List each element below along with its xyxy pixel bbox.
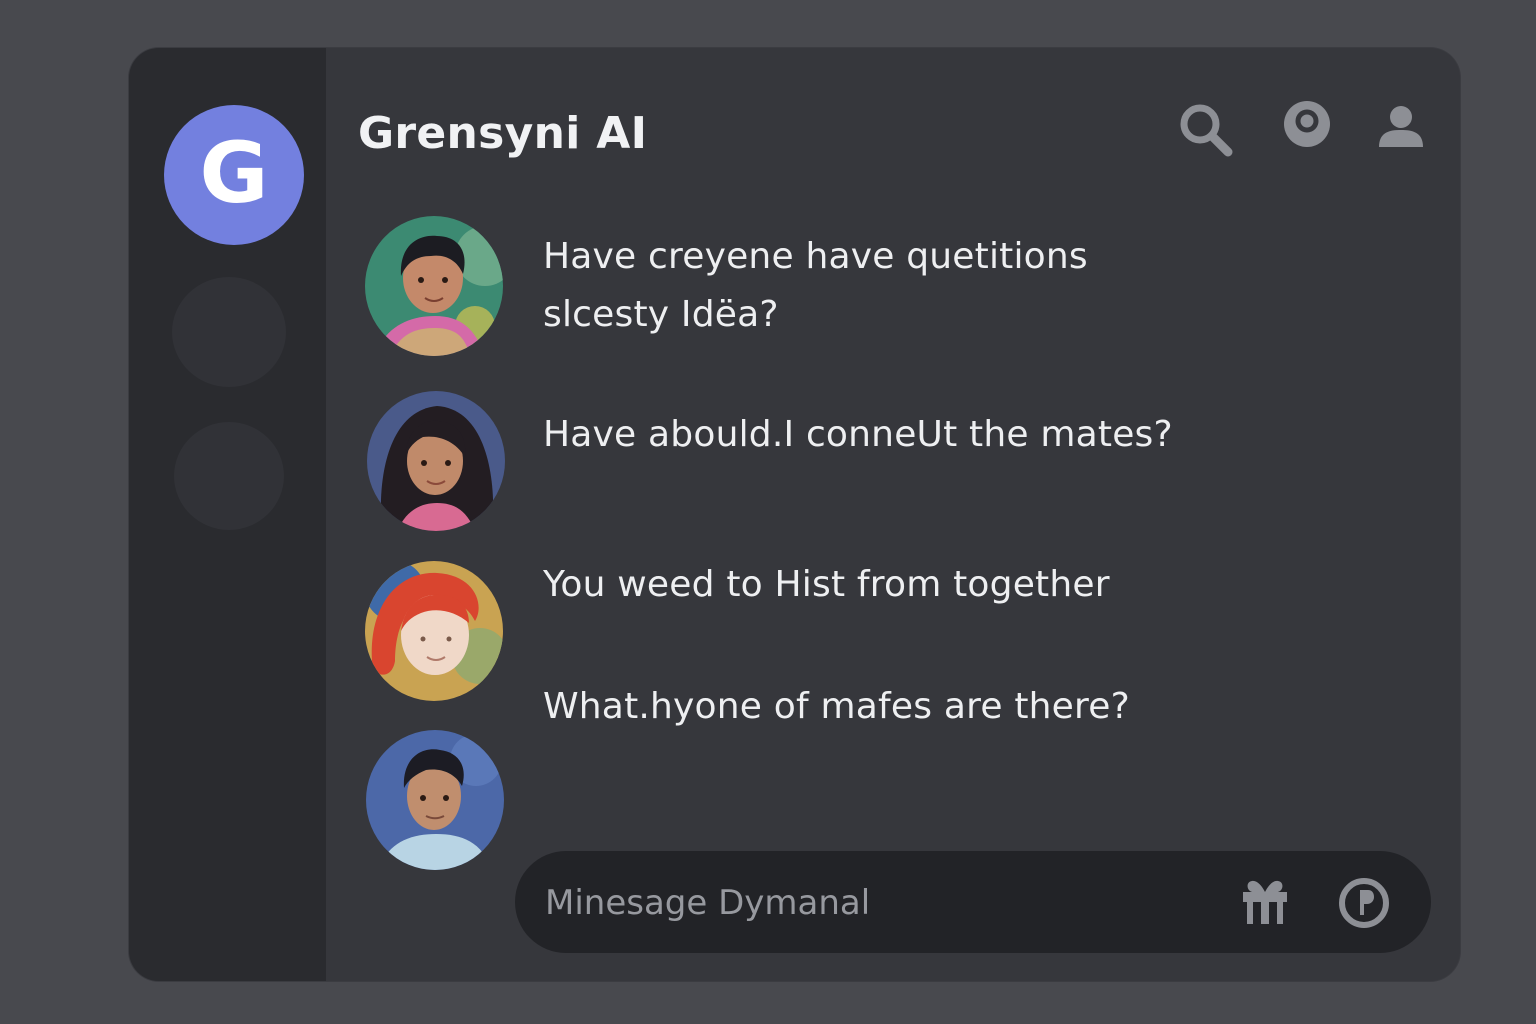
search-icon[interactable] <box>1176 100 1236 160</box>
server-g-icon: G <box>199 124 269 222</box>
message-composer <box>515 851 1431 953</box>
server-icon-placeholder[interactable] <box>172 277 286 387</box>
message-text: You weed to Hist from together <box>543 556 1110 614</box>
message-line: You weed to Hist from together <box>543 564 1110 605</box>
message-line: slcesty Idëa? <box>543 294 779 335</box>
chat-window: G Grensyni AI Have creyene have quetitio… <box>129 48 1460 981</box>
message-line: Have creyene have quetitions <box>543 236 1088 277</box>
server-icon-grensyni[interactable]: G <box>164 105 304 245</box>
avatar-dark-hair-woman[interactable] <box>367 391 505 531</box>
sticker-icon[interactable] <box>1338 877 1390 929</box>
user-icon[interactable] <box>1378 106 1424 148</box>
message-text: What.hyone of mafes are there? <box>543 678 1130 736</box>
message-text: Have abould.I conneUt the mates? <box>543 406 1173 464</box>
message-input[interactable] <box>543 873 1187 933</box>
channel-title: Grensyni AI <box>358 108 648 159</box>
avatar-red-hair[interactable] <box>365 561 503 701</box>
message-text: Have creyene have quetitions slcesty Idë… <box>543 228 1088 344</box>
avatar-blue-boy[interactable] <box>366 730 504 870</box>
message-line: What.hyone of mafes are there? <box>543 686 1130 727</box>
target-icon[interactable] <box>1284 100 1330 148</box>
server-rail: G <box>129 48 326 981</box>
avatar-teal-boy[interactable] <box>365 216 503 356</box>
message-line: Have abould.I conneUt the mates? <box>543 414 1173 455</box>
gift-icon[interactable] <box>1239 878 1291 926</box>
server-icon-placeholder[interactable] <box>174 422 284 530</box>
